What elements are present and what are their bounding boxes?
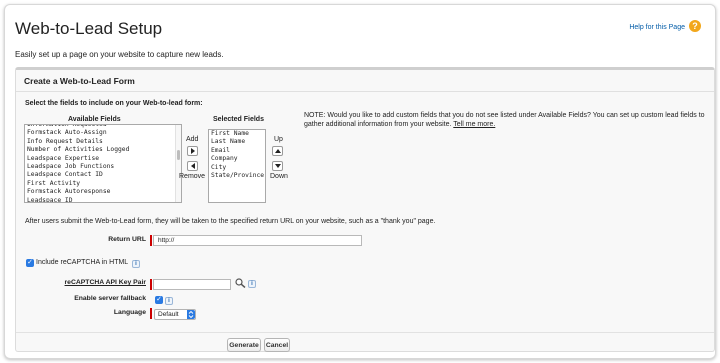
generate-button[interactable]: Generate <box>227 338 261 352</box>
available-field-option[interactable]: Formstack Auto-Assign <box>25 129 181 137</box>
remove-button[interactable] <box>187 161 198 171</box>
info-icon[interactable]: i <box>165 297 173 305</box>
recaptcha-key-label[interactable]: reCAPTCHA API Key Pair <box>46 279 146 286</box>
remove-label: Remove <box>179 173 206 180</box>
setup-window: Web-to-Lead Setup Help for this Page ? E… <box>4 4 716 359</box>
available-fields-label: Available Fields <box>68 116 121 123</box>
page-subtitle: Easily set up a page on your website to … <box>15 50 224 59</box>
return-url-description: After users submit the Web-to-Lead form,… <box>25 218 436 225</box>
return-url-label: Return URL <box>108 236 146 243</box>
selected-field-option[interactable]: State/Province <box>209 172 265 180</box>
selected-fields-list[interactable]: First Name Last Name Email Company City State… <box>208 129 266 203</box>
selected-field-option[interactable]: Email <box>209 147 265 155</box>
selected-field-option[interactable]: First Name <box>209 130 265 138</box>
info-icon[interactable]: i <box>248 280 256 288</box>
add-label: Add <box>186 136 199 143</box>
server-fallback-checkbox[interactable]: ✓ <box>155 296 163 304</box>
page-title: Web-to-Lead Setup <box>15 19 163 38</box>
server-fallback-label: Enable server fallback <box>74 295 146 302</box>
recaptcha-key-input[interactable] <box>153 279 231 290</box>
selected-field-option[interactable]: City <box>209 164 265 172</box>
scroll-thumb[interactable] <box>177 150 180 160</box>
add-button[interactable] <box>187 146 198 156</box>
custom-fields-note: NOTE: Would you like to add custom field… <box>304 112 714 129</box>
panel-divider <box>16 332 714 333</box>
help-icon[interactable]: ? <box>689 20 701 32</box>
required-indicator <box>150 235 152 246</box>
available-field-option[interactable]: Leadspace Job Functions <box>25 163 181 171</box>
selected-field-option[interactable]: Last Name <box>209 138 265 146</box>
info-icon[interactable]: i <box>132 260 140 268</box>
up-button[interactable] <box>272 146 283 156</box>
available-fields-list[interactable]: Information Requested Formstack Auto-Assi… <box>24 124 182 203</box>
selected-fields-label: Selected Fields <box>213 116 264 123</box>
cancel-button[interactable]: Cancel <box>264 338 290 352</box>
tell-me-more-link[interactable]: Tell me more. <box>453 121 495 128</box>
arrow-left-icon <box>190 163 195 169</box>
available-field-option[interactable]: Leadspace Contact ID <box>25 171 181 179</box>
available-field-option[interactable]: Info Request Details <box>25 138 181 146</box>
required-indicator <box>150 308 152 319</box>
arrow-up-icon <box>274 149 281 153</box>
select-fields-heading: Select the fields to include on your Web… <box>25 100 203 107</box>
arrow-right-icon <box>190 148 195 154</box>
web-to-lead-form-panel: Create a Web-to-Lead Form Select the fie… <box>15 67 715 352</box>
arrow-down-icon <box>274 164 281 168</box>
up-label: Up <box>274 136 283 143</box>
selected-field-option[interactable]: Company <box>209 155 265 163</box>
language-value: Default <box>158 311 179 318</box>
lookup-icon[interactable] <box>235 278 246 288</box>
available-field-option[interactable]: Formstack Autoresponse <box>25 188 181 196</box>
available-field-option[interactable]: Number of Activities Logged <box>25 146 181 154</box>
available-fields-scrollbar[interactable] <box>175 125 181 202</box>
available-field-option[interactable]: Leadspace ID <box>25 197 181 202</box>
help-link[interactable]: Help for this Page <box>629 24 685 31</box>
down-label: Down <box>270 173 288 180</box>
available-field-option[interactable]: Leadspace Expertise <box>25 155 181 163</box>
panel-title: Create a Web-to-Lead Form <box>24 76 135 86</box>
note-text: NOTE: Would you like to add custom field… <box>304 112 705 128</box>
language-select[interactable]: Default <box>154 309 196 320</box>
available-field-option[interactable]: First Activity <box>25 180 181 188</box>
return-url-input[interactable]: http:// <box>153 235 362 246</box>
chevron-down-icon <box>187 310 195 319</box>
panel-header: Create a Web-to-Lead Form <box>16 70 714 92</box>
language-label: Language <box>113 309 146 316</box>
include-recaptcha-checkbox[interactable]: ✓ <box>26 259 34 267</box>
down-button[interactable] <box>272 161 283 171</box>
include-recaptcha-label: Include reCAPTCHA in HTML <box>36 259 129 266</box>
required-indicator <box>150 279 152 290</box>
